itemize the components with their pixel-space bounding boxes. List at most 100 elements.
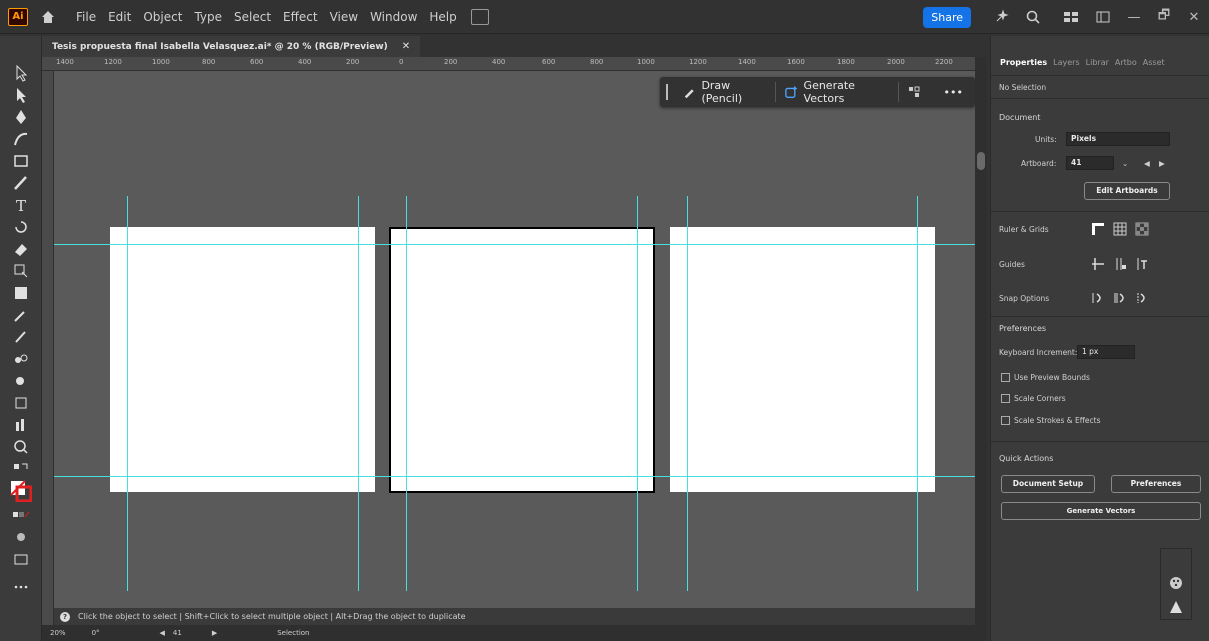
eyedropper-tool-icon[interactable] [12, 306, 30, 324]
guide-vertical[interactable] [127, 196, 128, 591]
document-tab[interactable]: Tesis propuesta final Isabella Velasquez… [42, 36, 421, 57]
type-tool-icon[interactable]: T [12, 196, 30, 214]
lock-guides-icon[interactable] [1113, 257, 1127, 271]
edit-toolbar-icon[interactable] [12, 578, 30, 596]
menu-file[interactable]: File [70, 10, 102, 24]
snap-to-point-icon[interactable] [1091, 291, 1105, 305]
home-icon[interactable] [40, 9, 56, 25]
guide-horizontal[interactable] [54, 244, 975, 245]
direct-selection-tool-icon[interactable] [12, 86, 30, 104]
pen-tool-icon[interactable] [12, 108, 30, 126]
close-tab-icon[interactable]: ✕ [402, 41, 410, 52]
curvature-tool-icon[interactable] [12, 130, 30, 148]
fill-stroke-color-icon[interactable] [10, 480, 32, 502]
guide-vertical[interactable] [917, 196, 918, 591]
keyboard-increment-input[interactable]: 1 px [1077, 345, 1135, 359]
grid-icon[interactable] [1113, 222, 1127, 236]
search-icon[interactable] [1025, 9, 1041, 25]
arrange-documents-icon[interactable] [470, 8, 489, 25]
eraser-tool-icon[interactable] [12, 240, 30, 258]
guide-vertical[interactable] [406, 196, 407, 591]
pencil-tool-icon[interactable] [12, 328, 30, 346]
prev-artboard-icon[interactable]: ◀ [1144, 159, 1150, 168]
generate-vectors-panel-button[interactable]: Generate Vectors [1001, 502, 1201, 520]
document-setup-button[interactable]: Document Setup [1001, 475, 1095, 493]
use-preview-bounds-checkbox[interactable] [1001, 373, 1010, 382]
swap-fill-stroke-icon[interactable] [12, 460, 30, 478]
guide-vertical[interactable] [637, 196, 638, 591]
draw-mode-icon[interactable] [12, 528, 30, 546]
tab-libraries[interactable]: Librar [1083, 58, 1112, 75]
generate-vectors-button[interactable]: Generate Vectors [776, 79, 898, 105]
menu-view[interactable]: View [324, 10, 364, 24]
screen-mode-icon[interactable] [12, 550, 30, 568]
sparkle-icon[interactable] [993, 9, 1009, 25]
draw-pencil-button[interactable]: Draw (Pencil) [674, 79, 775, 105]
first-artboard-icon[interactable]: ◀ [160, 629, 165, 637]
menu-type[interactable]: Type [188, 10, 228, 24]
tab-assets[interactable]: Asset [1140, 58, 1168, 75]
artboard-dropdown-icon[interactable]: ⌄ [1122, 159, 1128, 168]
artboard-number[interactable]: 41 [173, 629, 182, 637]
ruler-icon[interactable] [1091, 222, 1105, 236]
artboard-right[interactable] [670, 227, 935, 492]
guide-vertical[interactable] [358, 196, 359, 591]
artboard-select[interactable]: 41 [1066, 156, 1114, 170]
restore-button[interactable]: 🗗 [1149, 6, 1179, 28]
vertical-scrollbar[interactable] [975, 57, 987, 641]
artboard-left[interactable] [110, 227, 375, 492]
workspace-icon[interactable] [1063, 9, 1079, 25]
vertical-ruler[interactable] [42, 71, 54, 625]
units-select[interactable]: Pixels [1066, 132, 1170, 146]
next-artboard-panel-icon[interactable]: ▶ [1159, 159, 1165, 168]
graph-tool-icon[interactable] [12, 416, 30, 434]
more-options-button[interactable]: ••• [935, 86, 975, 99]
rotation-value[interactable]: 0° [92, 629, 100, 637]
shape-builder-tool-icon[interactable] [12, 284, 30, 302]
zoom-tool-icon[interactable] [12, 438, 30, 456]
drag-handle[interactable] [660, 84, 674, 100]
guide-vertical[interactable] [687, 196, 688, 591]
edit-artboards-button[interactable]: Edit Artboards [1084, 182, 1170, 200]
menu-help[interactable]: Help [423, 10, 462, 24]
menu-object[interactable]: Object [137, 10, 188, 24]
paintbrush-tool-icon[interactable] [12, 174, 30, 192]
color-mode-icon[interactable] [12, 506, 30, 524]
scale-corners-checkbox[interactable] [1001, 394, 1010, 403]
transparency-grid-icon[interactable] [1135, 222, 1149, 236]
rectangle-tool-icon[interactable] [12, 152, 30, 170]
artboard-active[interactable] [389, 227, 655, 493]
snap-to-pixel-icon[interactable] [1113, 291, 1127, 305]
options-button[interactable] [899, 86, 935, 98]
close-window-button[interactable]: ✕ [1179, 10, 1209, 25]
scale-strokes-checkbox[interactable] [1001, 416, 1010, 425]
snap-to-glyph-icon[interactable] [1135, 291, 1149, 305]
horizontal-ruler[interactable]: 1400 1200 1000 800 600 400 200 0 200 400… [42, 57, 975, 71]
image-trace-icon[interactable] [1167, 599, 1185, 615]
preferences-button[interactable]: Preferences [1111, 475, 1201, 493]
scroll-thumb[interactable] [977, 152, 985, 170]
blend-tool-icon[interactable] [12, 350, 30, 368]
swatches-icon[interactable] [1167, 575, 1185, 591]
symbol-sprayer-tool-icon[interactable] [12, 372, 30, 390]
tab-properties[interactable]: Properties [997, 58, 1050, 75]
share-button[interactable]: Share [923, 6, 971, 28]
show-guides-icon[interactable] [1091, 257, 1105, 271]
selection-tool-icon[interactable] [12, 64, 30, 82]
tab-layers[interactable]: Layers [1050, 58, 1082, 75]
next-artboard-icon[interactable]: ▶ [212, 629, 217, 637]
menu-select[interactable]: Select [228, 10, 277, 24]
menu-effect[interactable]: Effect [277, 10, 324, 24]
zoom-level[interactable]: 20% [50, 629, 66, 637]
artboard-tool-icon[interactable] [12, 394, 30, 412]
canvas[interactable]: Draw (Pencil) Generate Vectors ••• [54, 71, 975, 608]
free-transform-tool-icon[interactable] [12, 262, 30, 280]
menu-edit[interactable]: Edit [102, 10, 137, 24]
minimize-button[interactable]: — [1119, 10, 1149, 25]
rotate-tool-icon[interactable] [12, 218, 30, 236]
panel-layout-icon[interactable] [1095, 9, 1111, 25]
menu-window[interactable]: Window [364, 10, 423, 24]
tab-artboards[interactable]: Artbo [1112, 58, 1140, 75]
guide-horizontal[interactable] [54, 476, 975, 477]
smart-guides-icon[interactable] [1135, 257, 1149, 271]
